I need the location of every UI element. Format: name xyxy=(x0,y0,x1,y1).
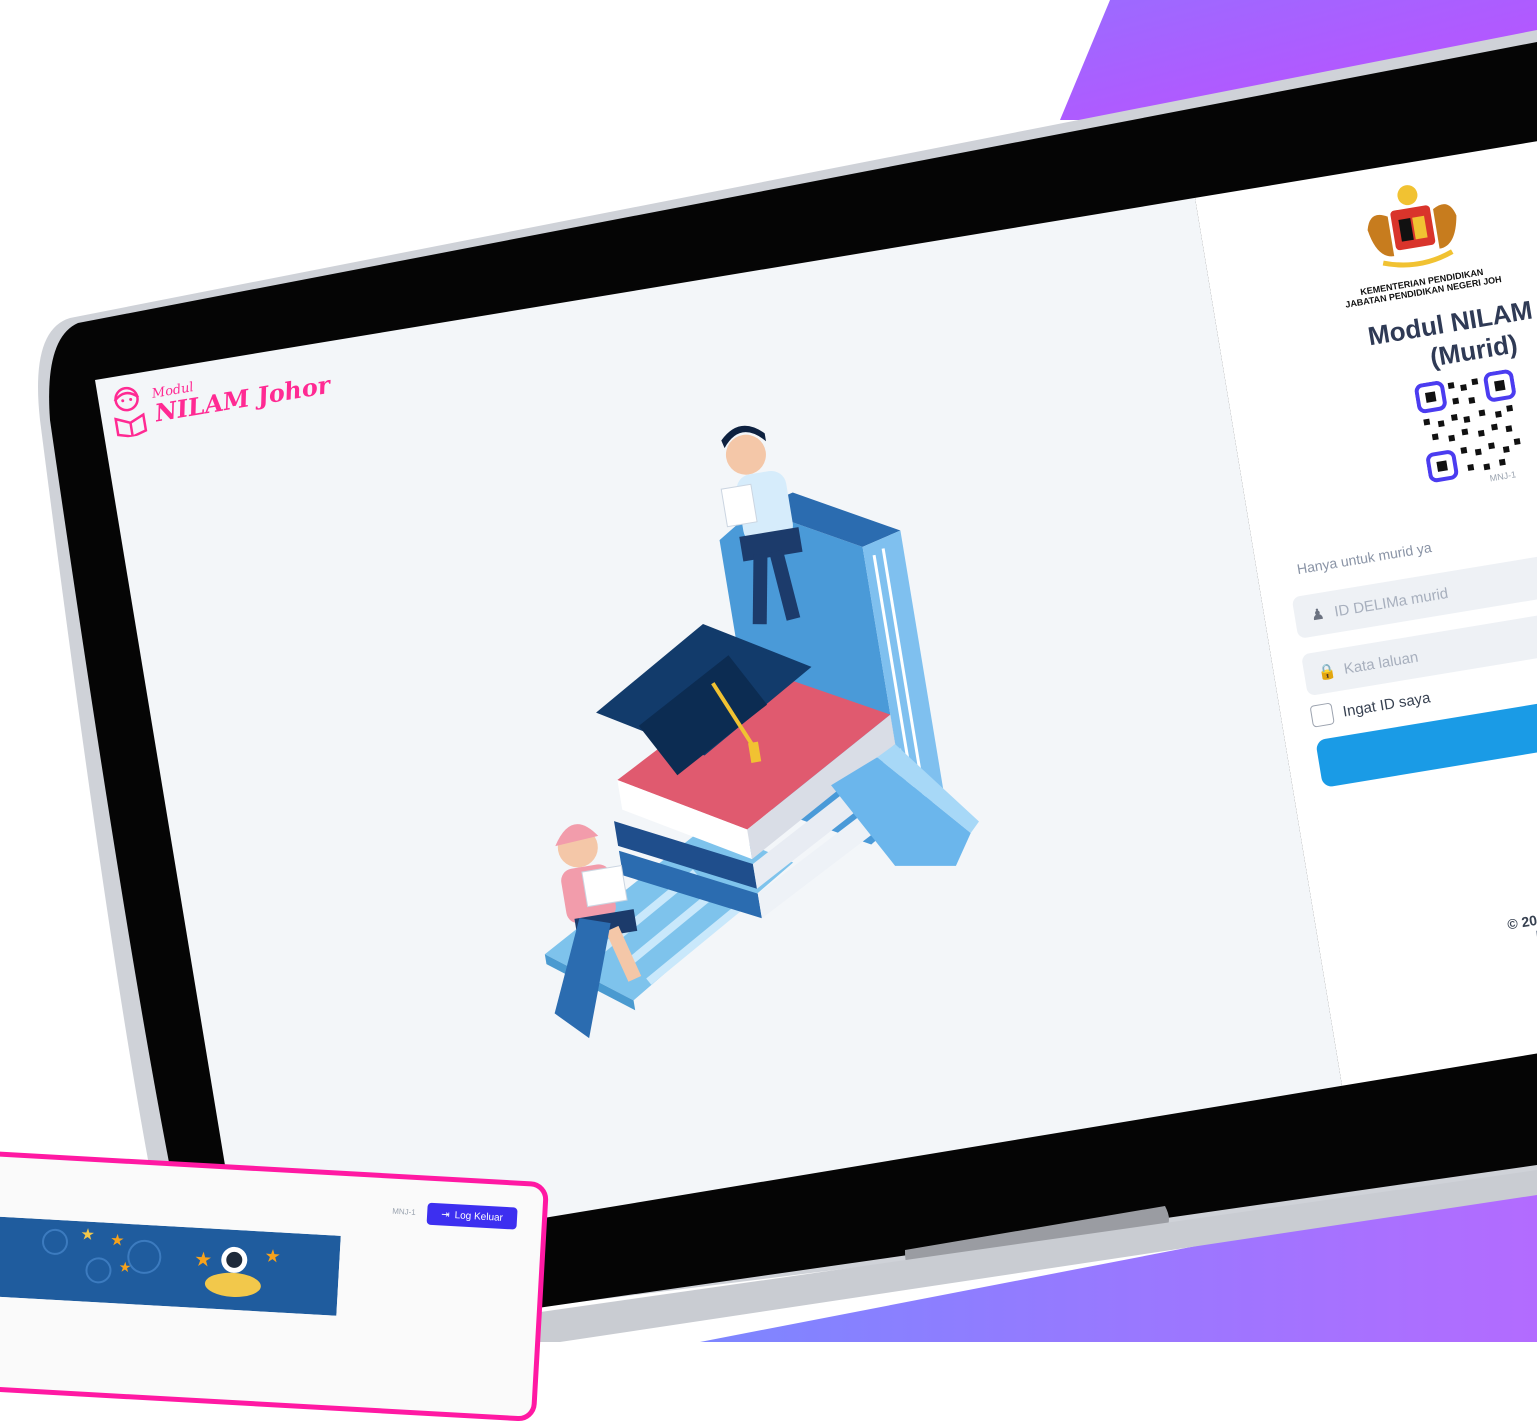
svg-text:★: ★ xyxy=(110,1232,125,1250)
footer: © 2024 | Crafted w Dasar Privas xyxy=(1398,879,1537,964)
id-delima-placeholder: ID DELIMa murid xyxy=(1333,584,1450,621)
crest-icon xyxy=(1367,185,1457,268)
lock-icon: 🔒 xyxy=(1316,662,1338,683)
dashboard-preview: MNJ-1 ⇥ Log Keluar ★ ★ ★ ★ ★ xyxy=(0,1150,550,1422)
remember-label: Ingat ID saya xyxy=(1341,688,1432,721)
svg-text:★: ★ xyxy=(80,1226,95,1244)
students-books-illustration xyxy=(544,425,979,1039)
svg-text:★: ★ xyxy=(118,1258,131,1275)
password-placeholder: Kata laluan xyxy=(1342,648,1420,678)
login-illustration-area: Modul NILAM Johor xyxy=(95,197,1343,1268)
logout-label: Log Keluar xyxy=(454,1209,504,1224)
logout-icon: ⇥ xyxy=(440,1208,450,1221)
dashboard-preview-card: MNJ-1 ⇥ Log Keluar ★ ★ ★ ★ ★ xyxy=(0,1150,550,1422)
logout-button[interactable]: ⇥ Log Keluar xyxy=(426,1202,518,1230)
ministry-crest: KEMENTERIAN PENDIDIKAN JABATAN PENDIDIKA… xyxy=(1317,169,1513,312)
svg-text:★: ★ xyxy=(194,1249,213,1272)
user-code: MNJ-1 xyxy=(391,1206,417,1217)
reading-child-icon xyxy=(113,386,148,438)
qr-code-icon: MNJ-1 xyxy=(1414,369,1521,483)
qr-code-caption: MNJ-1 xyxy=(1489,469,1517,483)
svg-text:★: ★ xyxy=(264,1246,281,1267)
space-banner: ★ ★ ★ ★ ★ xyxy=(0,1216,341,1316)
remember-checkbox[interactable] xyxy=(1309,702,1335,728)
note-text: Hanya untuk murid ya xyxy=(1295,539,1433,578)
user-icon: ♟ xyxy=(1309,605,1326,625)
